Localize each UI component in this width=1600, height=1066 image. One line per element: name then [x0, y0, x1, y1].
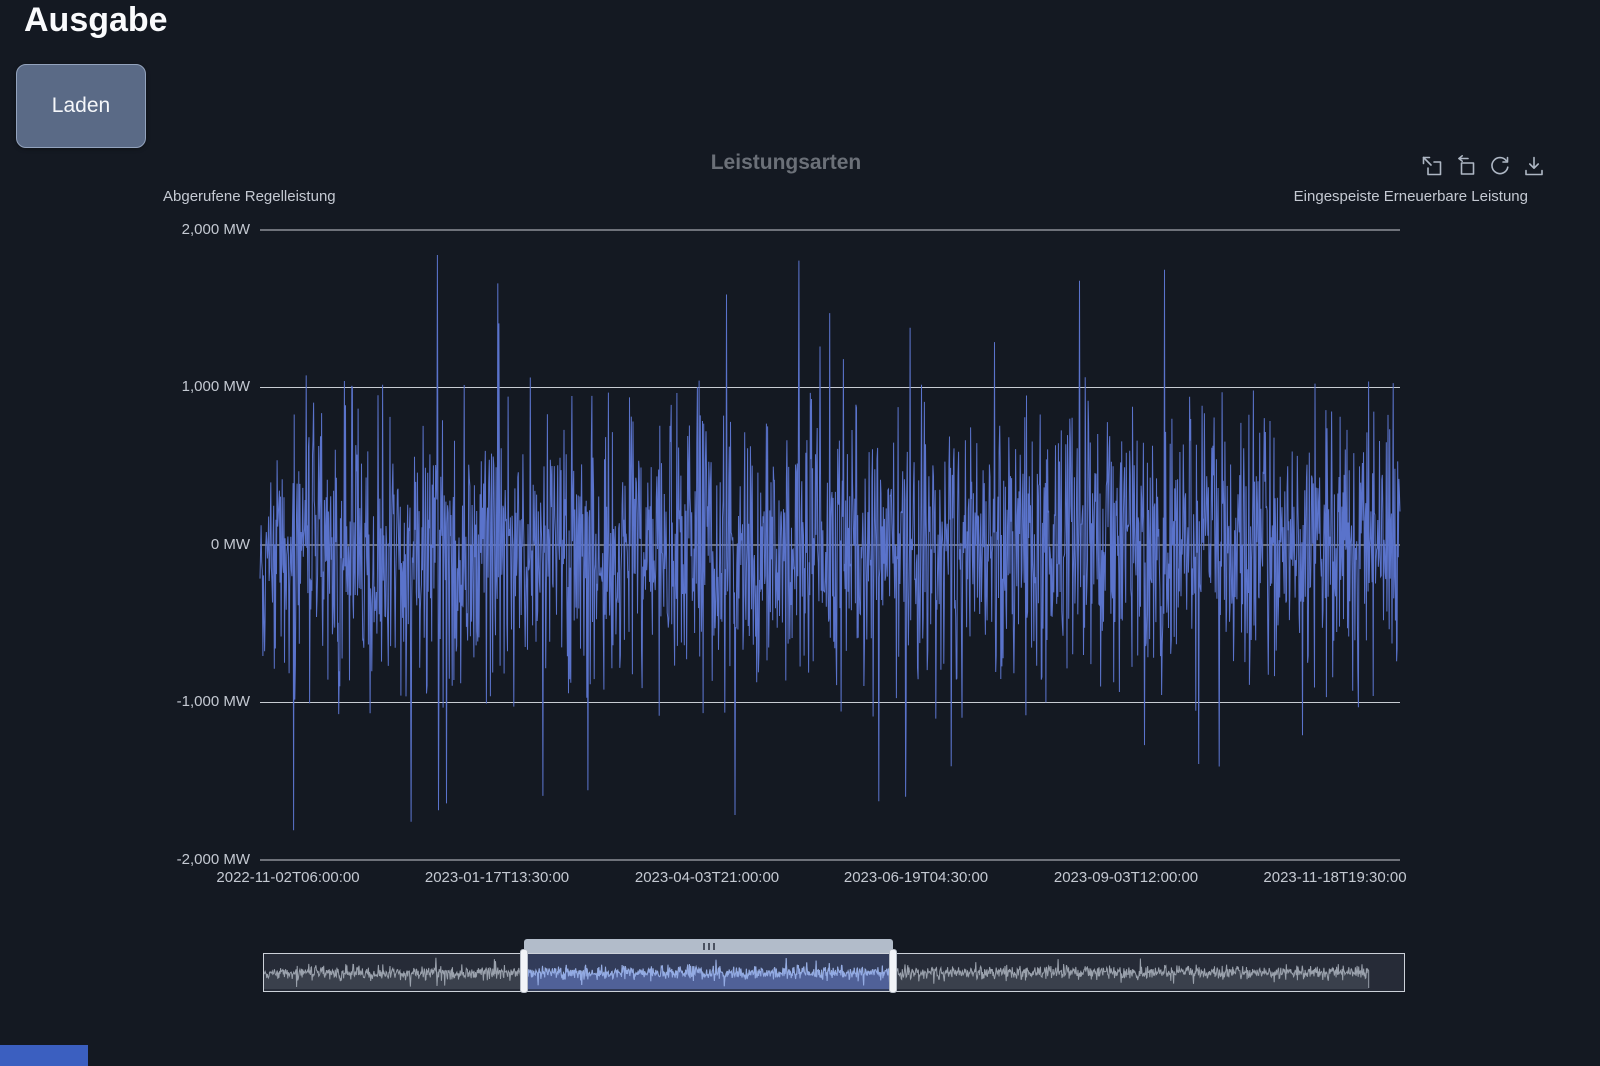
main-chart-svg[interactable] [0, 0, 1600, 1066]
datazoom-track[interactable] [263, 953, 1405, 992]
x-axis-tick: 2022-11-02T06:00:00 [178, 869, 398, 886]
y-axis-tick: 0 MW [100, 534, 250, 556]
y-axis-tick: 1,000 MW [100, 376, 250, 398]
datazoom [263, 938, 1405, 996]
x-axis-tick: 2023-09-03T12:00:00 [1016, 869, 1236, 886]
grip-dot [708, 943, 710, 950]
app-root: Ausgabe Laden Leistungsarten Abgerufene … [0, 0, 1600, 1066]
bottom-left-accent [0, 1045, 88, 1066]
x-axis-tick: 2023-04-03T21:00:00 [597, 869, 817, 886]
datazoom-grip-bar[interactable] [524, 939, 893, 954]
y-axis-tick: 2,000 MW [100, 219, 250, 241]
datazoom-handle-left[interactable] [520, 949, 528, 993]
grip-dot [703, 943, 705, 950]
grip-dot [713, 943, 715, 950]
x-axis-tick: 2023-11-18T19:30:00 [1225, 869, 1445, 886]
datazoom-handle-right[interactable] [889, 949, 897, 993]
y-axis-tick: -2,000 MW [100, 849, 250, 871]
x-axis-tick: 2023-01-17T13:30:00 [387, 869, 607, 886]
x-axis-tick: 2023-06-19T04:30:00 [806, 869, 1026, 886]
datazoom-mini-svg [264, 954, 1404, 991]
y-axis-tick: -1,000 MW [100, 691, 250, 713]
